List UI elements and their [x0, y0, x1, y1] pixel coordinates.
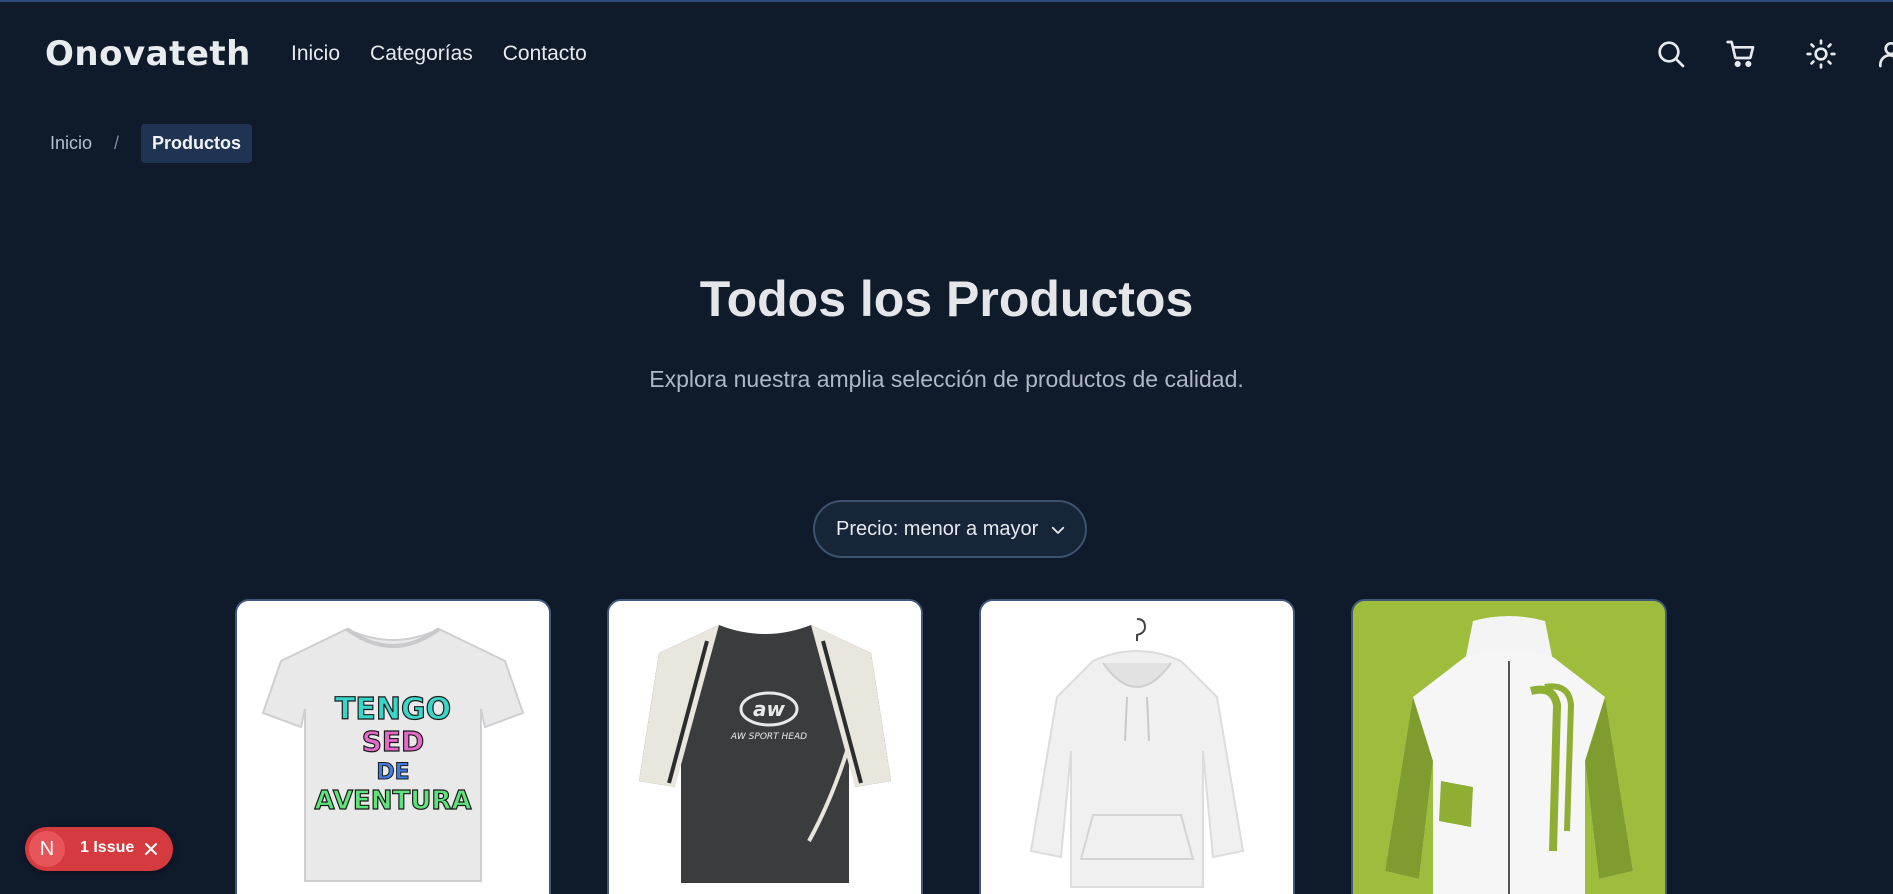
- user-icon[interactable]: [1871, 34, 1893, 74]
- page-title: Todos los Productos: [699, 271, 1194, 327]
- sun-icon[interactable]: [1801, 34, 1841, 74]
- product-image-windbreaker: [1353, 601, 1665, 894]
- search-icon[interactable]: [1651, 34, 1691, 74]
- site-header: Onovateth Inicio Categorías Contacto: [0, 2, 1893, 106]
- main-nav: Inicio Categorías Contacto: [291, 42, 587, 66]
- page-subtitle: Explora nuestra amplia selección de prod…: [649, 366, 1244, 392]
- site-logo[interactable]: Onovateth: [45, 34, 251, 74]
- dev-tools-logo[interactable]: N: [29, 831, 65, 867]
- nav-link-inicio[interactable]: Inicio: [291, 42, 340, 66]
- product-card[interactable]: [979, 599, 1295, 894]
- product-image-tshirt: TENGO SED DE AVENTURA: [237, 601, 549, 894]
- tshirt-print-line-1: TENGO: [335, 692, 451, 727]
- tshirt-print-line-3: DE: [376, 760, 409, 785]
- tshirt-print-line-2: SED: [362, 725, 425, 758]
- product-card[interactable]: [1351, 599, 1667, 894]
- product-image-hoodie: [981, 601, 1293, 894]
- close-icon[interactable]: [141, 839, 161, 859]
- cart-icon[interactable]: [1721, 34, 1761, 74]
- nav-link-contacto[interactable]: Contacto: [503, 42, 587, 66]
- breadcrumb: Inicio / Productos: [50, 124, 253, 163]
- dev-issues-badge[interactable]: N 1 Issue: [25, 827, 173, 871]
- chevron-down-icon: [1051, 526, 1065, 534]
- breadcrumb-separator: /: [114, 133, 120, 153]
- tshirt-print-line-4: AVENTURA: [315, 786, 472, 816]
- product-card[interactable]: TENGO SED DE AVENTURA: [235, 599, 551, 894]
- sort-dropdown-value: Precio: menor a mayor: [836, 517, 1039, 540]
- product-card[interactable]: aw AW SPORT HEAD: [607, 599, 923, 894]
- product-image-sport-tshirt: aw AW SPORT HEAD: [609, 601, 921, 894]
- breadcrumb-home[interactable]: Inicio: [50, 133, 92, 154]
- breadcrumb-current: Productos: [141, 124, 253, 163]
- sport-tshirt-logo: aw: [753, 697, 785, 721]
- issues-count[interactable]: 1 Issue: [80, 839, 134, 857]
- nav-link-categorias[interactable]: Categorías: [370, 42, 473, 66]
- sport-tshirt-print: AW SPORT HEAD: [730, 732, 807, 742]
- sort-dropdown[interactable]: Precio: menor a mayor: [813, 500, 1087, 558]
